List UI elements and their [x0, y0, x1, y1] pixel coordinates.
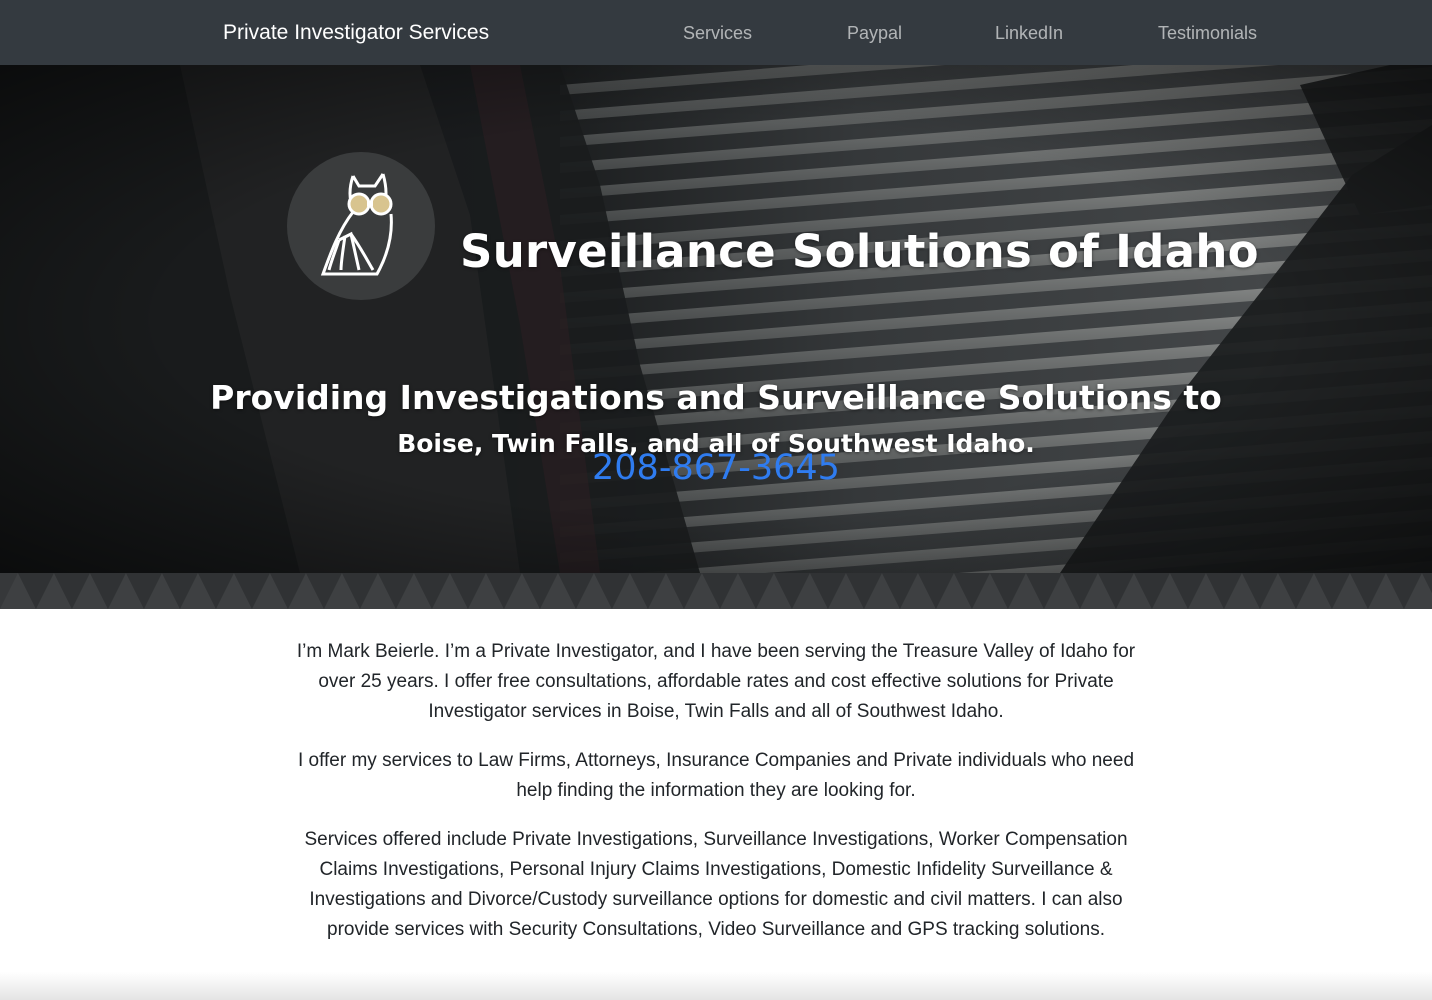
decorative-pattern-band — [0, 573, 1432, 609]
hero-subtitle: Providing Investigations and Surveillanc… — [210, 378, 1222, 418]
nav-link-testimonials[interactable]: Testimonials — [1158, 20, 1257, 46]
hero-background-image — [0, 65, 1432, 573]
navbar-brand[interactable]: Private Investigator Services — [223, 18, 489, 48]
nav-link-linkedin[interactable]: LinkedIn — [995, 20, 1063, 46]
nav-link-paypal[interactable]: Paypal — [847, 20, 902, 46]
owl-with-binoculars-icon — [320, 173, 393, 276]
owl-logo — [287, 152, 435, 300]
phone-link[interactable]: 208-867-3645 — [0, 445, 1432, 491]
navbar: Private Investigator Services Services P… — [0, 0, 1432, 65]
intro-paragraph: I’m Mark Beierle. I’m a Private Investig… — [296, 641, 1136, 722]
hero-section: Surveillance Solutions of Idaho Providin… — [0, 65, 1432, 573]
intro-content: I’m Mark Beierle. I’m a Private Investig… — [291, 637, 1141, 964]
bottom-fade — [0, 972, 1432, 1000]
nav-link-services[interactable]: Services — [683, 20, 752, 46]
hero-title: Surveillance Solutions of Idaho — [460, 225, 1259, 279]
triangle-pattern-graphic — [0, 573, 1432, 609]
services-paragraph: Services offered include Private Investi… — [304, 829, 1128, 940]
clients-paragraph: I offer my services to Law Firms, Attorn… — [297, 750, 1135, 801]
